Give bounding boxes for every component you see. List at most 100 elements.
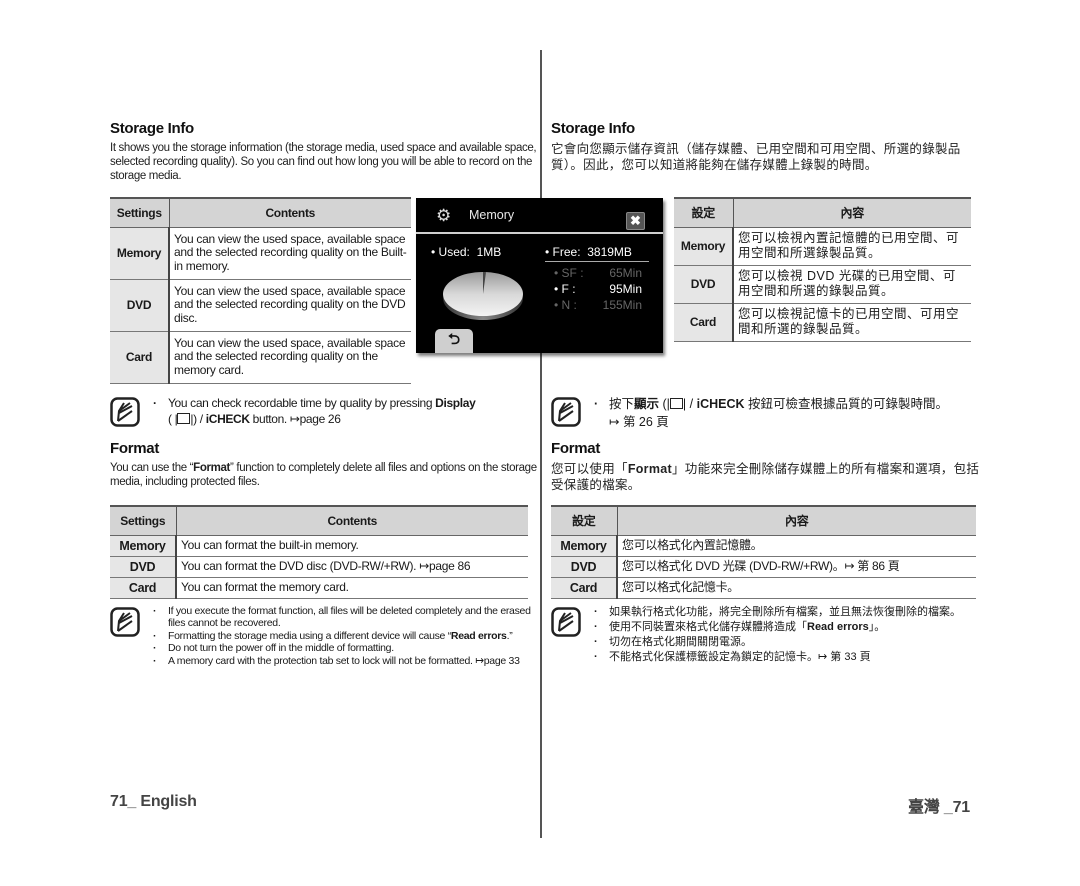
note-item: A memory card with the protection tab se… <box>150 655 540 668</box>
content-cell: You can view the used space, available s… <box>169 279 411 332</box>
intro-text: 您可以使用「 <box>551 462 628 476</box>
quality-label: • N : <box>554 298 577 312</box>
table-row: Memory 您可以格式化內置記憶體。 <box>551 535 976 557</box>
icheck-label: iCHECK <box>205 412 250 426</box>
table-row: DVD You can format the DVD disc (DVD-RW/… <box>110 556 528 578</box>
note-item: If you execute the format function, all … <box>150 605 540 630</box>
setting-cell: Memory <box>110 227 170 280</box>
header-settings: Settings <box>110 505 177 536</box>
intro-text: You can use the “ <box>110 462 194 474</box>
quality-label: • SF : <box>554 266 584 280</box>
icheck-label: iCHECK <box>696 397 745 411</box>
display-icon <box>177 413 191 424</box>
section-intro: You can use the “Format” function to com… <box>110 461 540 489</box>
content-cell: 您可以格式化內置記憶體。 <box>617 535 976 557</box>
free-value: 3819MB <box>587 245 632 259</box>
table-row: Memory 您可以檢視內置記憶體的已用空間、可用空間和所選錄製品質。 <box>674 227 971 266</box>
setting-cell: Memory <box>674 227 734 266</box>
content-cell: 您可以檢視 DVD 光碟的已用空間、可用空間和所選的錄製品質。 <box>733 265 971 304</box>
section-title: Storage Info <box>551 120 635 137</box>
intro-bold: Format <box>627 462 672 476</box>
storage-info-screen: ⚙ Memory ✖ • Used: 1MB • Free: 3819MB • … <box>416 198 663 353</box>
back-button[interactable]: ⮌ <box>435 329 473 353</box>
note-bold: 顯示 <box>634 397 660 411</box>
content-cell: 您可以檢視記憶卡的已用空間、可用空間和所選的錄製品質。 <box>733 303 971 342</box>
content-cell: You can format the memory card. <box>176 577 528 599</box>
note-bold: Read errors <box>450 629 507 642</box>
note-item: 按下顯示 (| | / iCHECK 按鈕可檢查根據品質的可錄製時間。 ↦ 第 26… <box>591 395 981 431</box>
note-text: 按下 <box>609 397 635 411</box>
note-bold: Read errors <box>807 621 869 633</box>
screen-header: ⚙ Memory ✖ <box>416 198 663 234</box>
note-icon <box>551 397 581 427</box>
setting-cell: DVD <box>110 556 177 578</box>
section-title: Format <box>110 440 160 457</box>
note-item: 切勿在格式化期間關閉電源。 <box>591 635 981 650</box>
note-item: 不能格式化保護標籤設定為鎖定的記憶卡。↦ 第 33 頁 <box>591 650 981 665</box>
header-settings: Settings <box>110 197 170 228</box>
header-settings: 設定 <box>674 197 734 228</box>
free-space: • Free: 3819MB <box>545 245 649 262</box>
note-text: | / <box>682 397 697 411</box>
section-title: Format <box>551 440 601 457</box>
note-text: 按鈕可檢查根據品質的可錄製時間。 <box>744 397 948 411</box>
screen-title: Memory <box>469 208 515 222</box>
format-section-zh: Format 您可以使用「Format」功能來完全刪除儲存媒體上的所有檔案和選項… <box>551 440 981 493</box>
section-intro: It shows you the storage information (th… <box>110 142 537 182</box>
note-text: 」。 <box>868 621 886 633</box>
note-item: Do not turn the power off in the middle … <box>150 642 540 655</box>
used-space: • Used: 1MB <box>431 245 501 259</box>
table-header-row: Settings Contents <box>110 197 411 228</box>
note-text: (| <box>659 397 670 411</box>
header-contents: Contents <box>176 505 528 536</box>
table-header-row: 設定 內容 <box>551 505 976 536</box>
note-icon <box>110 397 140 427</box>
usage-pie-chart <box>443 272 523 320</box>
quality-sf: • SF : 65Min <box>554 266 642 280</box>
setting-cell: Card <box>110 331 170 384</box>
note-item: Formatting the storage media using a dif… <box>150 629 540 643</box>
page-divider <box>540 50 542 838</box>
note-text: .” <box>506 629 513 642</box>
header-contents: Contents <box>169 197 411 228</box>
content-cell: You can format the built-in memory. <box>176 535 528 557</box>
note-text: button. ↦page 26 <box>249 412 341 426</box>
setting-cell: DVD <box>110 279 170 332</box>
quality-time: 95Min <box>609 282 642 296</box>
content-cell: You can format the DVD disc (DVD-RW/+RW)… <box>176 556 528 578</box>
setting-cell: Card <box>551 577 618 599</box>
used-label: • Used: <box>431 245 470 259</box>
storage-info-section-en: Storage Info It shows you the storage in… <box>110 120 540 384</box>
page-ref: ↦ 第 26 頁 <box>609 415 669 429</box>
section-intro: 您可以使用「Format」功能來完全刪除儲存媒體上的所有檔案和選項，包括受保護的… <box>551 461 981 493</box>
setting-cell: Card <box>674 303 734 342</box>
note-icon <box>110 607 140 637</box>
section-title: Storage Info <box>110 120 194 137</box>
setting-cell: Card <box>110 577 177 599</box>
note-bold: Display <box>435 396 476 410</box>
format-notes-en: If you execute the format function, all … <box>110 605 540 667</box>
page-number-right: 臺灣 _71 <box>908 799 970 816</box>
quality-label: • F : <box>554 282 576 296</box>
table-row: Memory You can format the built-in memor… <box>110 535 528 557</box>
storage-note-en: You can check recordable time by quality… <box>110 395 540 427</box>
storage-settings-table: Settings Contents Memory You can view th… <box>110 197 411 384</box>
quality-n: • N : 155Min <box>554 298 642 312</box>
gear-icon: ⚙ <box>436 206 452 225</box>
storage-note-zh: 按下顯示 (| | / iCHECK 按鈕可檢查根據品質的可錄製時間。 ↦ 第 26… <box>551 395 981 431</box>
quality-time: 65Min <box>609 266 642 280</box>
page-number-left: 71_ English <box>110 793 197 810</box>
close-button[interactable]: ✖ <box>626 212 645 230</box>
note-item: 使用不同裝置來格式化儲存媒體將造成「Read errors」。 <box>591 620 981 635</box>
used-value: 1MB <box>476 245 502 259</box>
storage-info-section-zh: Storage Info 它會向您顯示儲存資訊（儲存媒體、已用空間和可用空間、所… <box>551 120 981 173</box>
content-cell: 您可以格式化記憶卡。 <box>617 577 976 599</box>
setting-cell: Memory <box>551 535 618 557</box>
note-icon <box>551 607 581 637</box>
table-row: DVD You can view the used space, availab… <box>110 279 411 332</box>
format-section-en: Format You can use the “Format” function… <box>110 440 540 489</box>
note-text: 使用不同裝置來格式化儲存媒體將造成「 <box>609 621 807 633</box>
table-row: DVD 您可以格式化 DVD 光碟 (DVD-RW/+RW)。↦ 第 86 頁 <box>551 556 976 578</box>
intro-bold: Format <box>193 462 231 474</box>
table-row: Memory You can view the used space, avai… <box>110 227 411 280</box>
